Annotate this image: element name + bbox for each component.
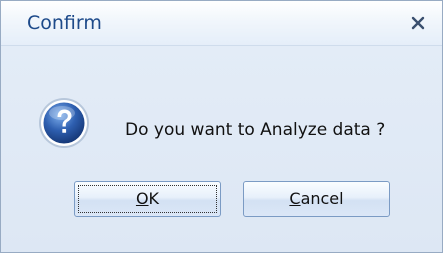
close-button[interactable] (406, 9, 430, 35)
close-icon (411, 16, 425, 30)
question-icon (39, 98, 89, 148)
dialog-title: Confirm (27, 12, 102, 34)
confirm-dialog: Confirm Do you want to Analyze data ? OK… (0, 0, 443, 253)
ok-button-label: OK (135, 189, 160, 208)
ok-button[interactable]: OK (74, 181, 221, 217)
confirm-message: Do you want to Analyze data ? (125, 120, 386, 140)
title-bar: Confirm (1, 1, 442, 46)
cancel-button[interactable]: Cancel (243, 181, 390, 217)
dialog-body: Do you want to Analyze data ? OK Cancel (1, 46, 442, 252)
cancel-button-label: Cancel (289, 189, 344, 208)
